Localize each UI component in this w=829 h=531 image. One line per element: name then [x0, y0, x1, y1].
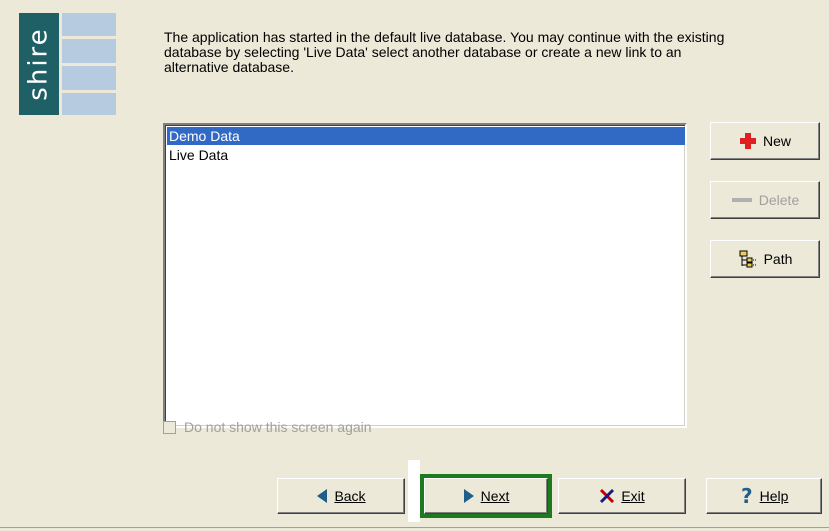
svg-text:?: ? [741, 486, 753, 506]
do-not-show-label: Do not show this screen again [184, 419, 372, 435]
bottom-divider [0, 527, 829, 528]
plus-icon [739, 133, 756, 149]
help-label: Help [759, 488, 789, 504]
triangle-left-icon [317, 489, 328, 503]
logo-text: shire [24, 27, 54, 101]
do-not-show-checkbox[interactable] [163, 420, 176, 434]
logo-bar [62, 93, 116, 115]
database-listbox[interactable]: Demo Data Live Data [163, 123, 687, 428]
help-button[interactable]: ? Help [706, 478, 822, 514]
exit-label: Exit [621, 488, 645, 504]
logo-bar [62, 13, 116, 36]
minus-icon [731, 198, 752, 202]
path-button[interactable]: Path [710, 240, 820, 278]
new-button[interactable]: New [710, 122, 820, 160]
separator-notch [408, 460, 420, 522]
logo-bar [62, 39, 116, 63]
logo: shire [19, 13, 59, 115]
delete-label: Delete [758, 192, 800, 208]
delete-button[interactable]: Delete [710, 181, 820, 219]
next-label: Next [480, 488, 510, 504]
x-icon [600, 488, 615, 504]
do-not-show-checkbox-row[interactable]: Do not show this screen again [163, 418, 372, 436]
logo-bar [62, 66, 116, 90]
question-icon: ? [741, 486, 753, 506]
exit-button[interactable]: Exit [558, 478, 686, 514]
next-button[interactable]: Next [424, 478, 548, 514]
back-button[interactable]: Back [277, 478, 405, 514]
path-label: Path [763, 251, 793, 267]
new-label: New [762, 133, 791, 149]
triangle-right-icon [463, 489, 474, 503]
list-item-demo-data[interactable]: Demo Data [167, 127, 685, 145]
list-item-live-data[interactable]: Live Data [167, 146, 685, 164]
folder-tree-icon [739, 250, 757, 268]
back-label: Back [334, 488, 366, 504]
intro-text: The application has started in the defau… [164, 29, 725, 75]
